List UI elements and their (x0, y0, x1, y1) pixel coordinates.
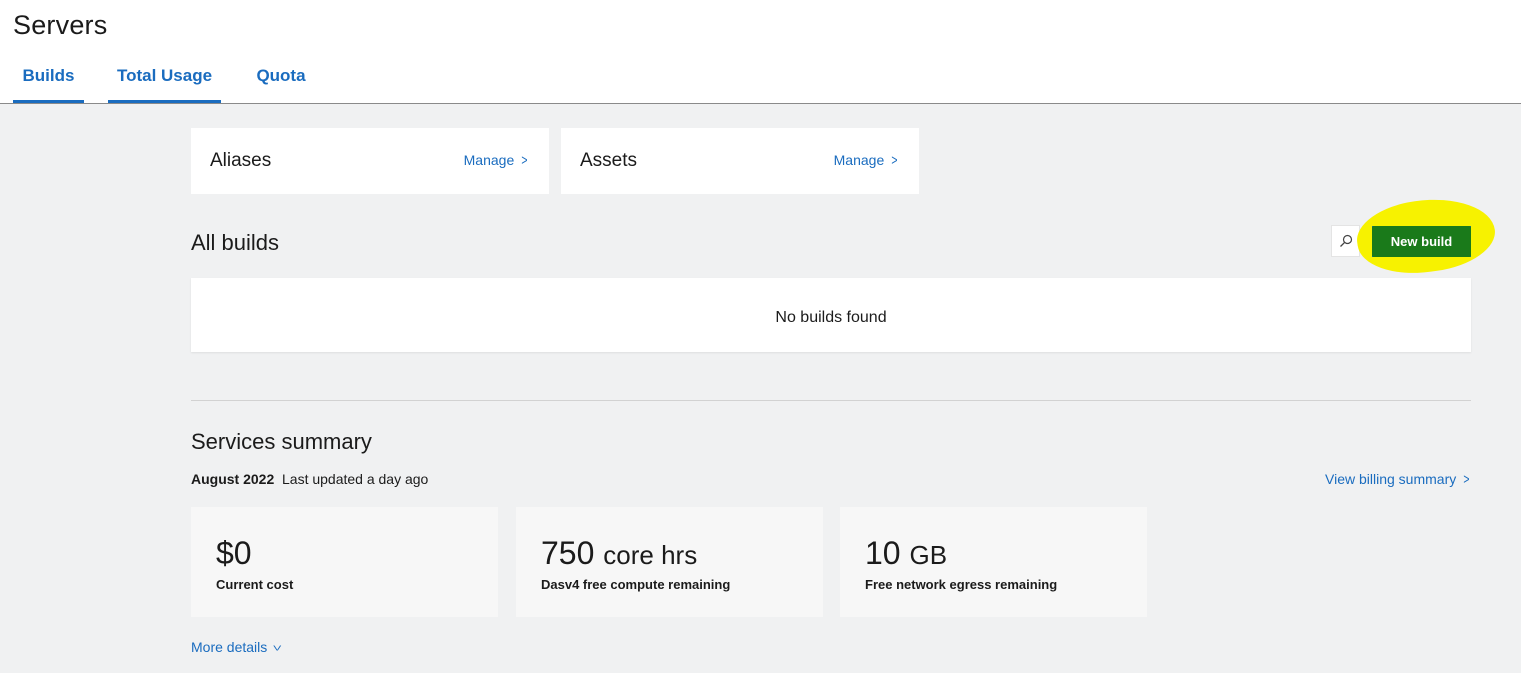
chevron-right-icon: > (891, 152, 898, 169)
summary-month: August 2022 (191, 471, 275, 487)
aliases-title: Aliases (210, 150, 272, 171)
all-builds-title: All builds (191, 230, 280, 255)
stat-number: $0 (216, 535, 252, 571)
assets-title: Assets (580, 150, 638, 171)
stat-card-cost: $0 Current cost (191, 507, 498, 617)
assets-manage-link[interactable]: Manage > (834, 152, 899, 169)
stat-value: 750 core hrs (541, 535, 697, 572)
stat-label: Dasv4 free compute remaining (541, 577, 731, 592)
services-summary-title: Services summary (191, 429, 372, 454)
more-details-link[interactable]: More details V (191, 639, 281, 655)
empty-state-text: No builds found (775, 309, 887, 326)
stat-unit: GB (909, 540, 948, 570)
builds-list: No builds found (191, 278, 1471, 352)
tab-total-usage[interactable]: Total Usage (108, 66, 221, 103)
page-title: Servers (13, 10, 108, 40)
aliases-manage-label: Manage (463, 152, 515, 168)
stat-label: Current cost (216, 577, 294, 592)
stat-label: Free network egress remaining (865, 577, 1058, 592)
aliases-manage-link[interactable]: Manage > (464, 152, 529, 169)
stat-value: 10 GB (865, 535, 947, 572)
chevron-right-icon: > (521, 152, 528, 169)
search-icon (1339, 234, 1352, 247)
assets-manage-label: Manage (833, 152, 885, 168)
stat-unit: core hrs (603, 540, 698, 570)
tab-quota[interactable]: Quota (246, 66, 316, 103)
aliases-card: Aliases Manage > (191, 128, 549, 194)
tab-builds[interactable]: Builds (13, 66, 84, 103)
new-build-button[interactable]: New build (1372, 226, 1471, 257)
view-billing-summary-link[interactable]: View billing summary > (1325, 471, 1471, 488)
new-build-label: New build (1390, 234, 1453, 249)
stat-card-compute: 750 core hrs Dasv4 free compute remainin… (516, 507, 823, 617)
assets-card: Assets Manage > (561, 128, 919, 194)
stat-number: 10 (865, 535, 901, 571)
stat-card-egress: 10 GB Free network egress remaining (840, 507, 1147, 617)
stat-number: 750 (541, 535, 595, 571)
page-header: Servers Builds Total Usage Quota (0, 0, 1521, 104)
chevron-right-icon: > (1463, 471, 1470, 488)
chevron-down-icon: V (273, 643, 282, 653)
stat-value: $0 (216, 535, 252, 572)
search-button[interactable] (1331, 225, 1360, 257)
main-content: Aliases Manage > Assets Manage > All build… (0, 104, 1521, 673)
billing-link-label: View billing summary (1325, 471, 1457, 487)
more-details-label: More details (191, 639, 268, 655)
divider (191, 400, 1471, 401)
summary-updated: Last updated a day ago (282, 471, 429, 487)
